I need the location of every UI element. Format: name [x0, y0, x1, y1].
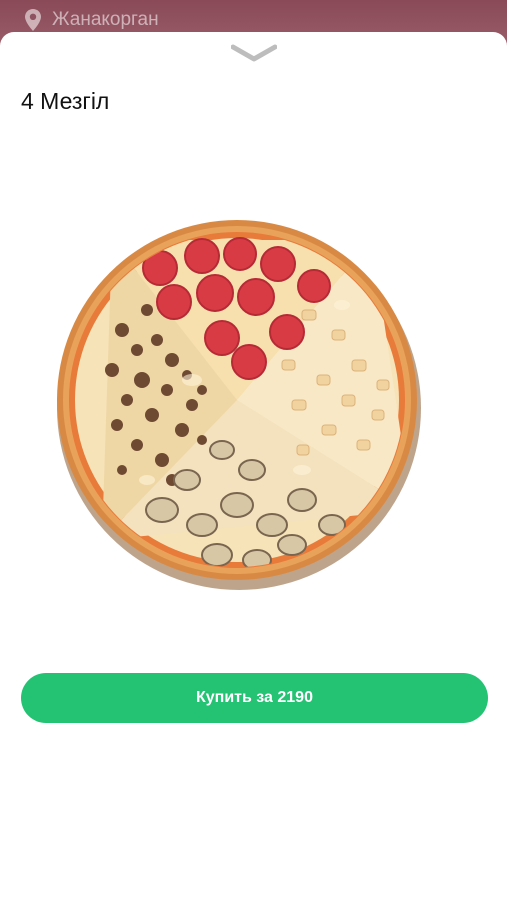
- location-selector[interactable]: Жанакорган: [24, 8, 159, 32]
- product-sheet: 4 Мезгіл Купить за 2190: [0, 32, 507, 900]
- chevron-down-icon: [230, 44, 278, 62]
- pizza-image: [57, 220, 421, 590]
- buy-button[interactable]: Купить за 2190: [21, 673, 488, 723]
- location-pin-icon: [25, 9, 41, 31]
- sheet-close-handle[interactable]: [230, 42, 278, 64]
- location-label: Жанакорган: [52, 9, 159, 30]
- product-title: 4 Мезгіл: [21, 88, 110, 114]
